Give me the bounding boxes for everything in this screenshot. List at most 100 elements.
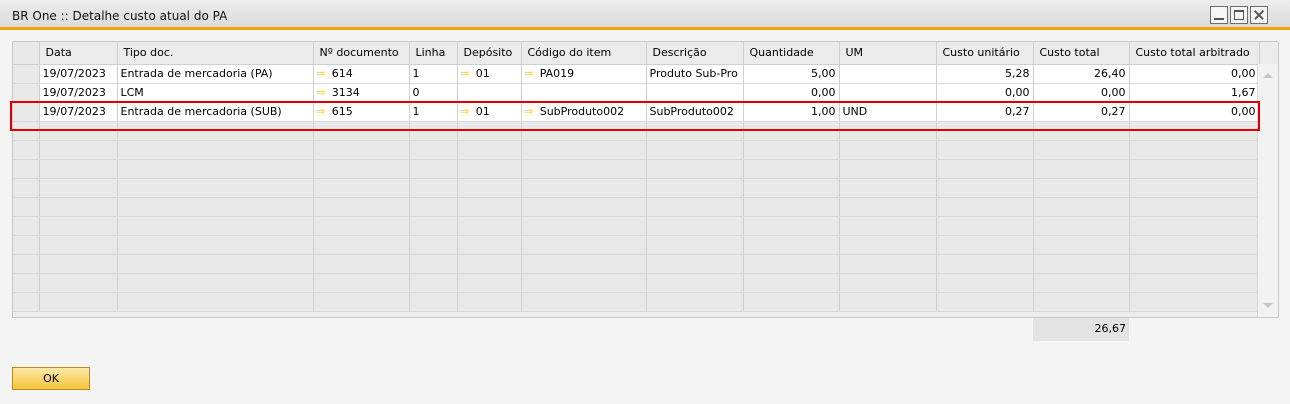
- grid-total: 26,67: [1033, 318, 1129, 341]
- empty-row: [13, 121, 1260, 141]
- column-header-quantidade[interactable]: Quantidade: [743, 42, 840, 65]
- empty-cell: [1129, 254, 1260, 274]
- empty-cell: [1033, 254, 1130, 274]
- empty-cell: [117, 178, 314, 198]
- link-arrow-icon[interactable]: ⇨: [525, 105, 534, 118]
- grid-table: Data Tipo doc. Nº documento Linha Depósi…: [13, 42, 1260, 312]
- link-arrow-icon[interactable]: ⇨: [461, 105, 470, 118]
- empty-row: [13, 235, 1260, 255]
- minimize-icon[interactable]: [1210, 6, 1228, 24]
- cell-tipo-doc: Entrada de mercadoria (PA): [117, 64, 314, 84]
- cell-documento: ⇨ 3134: [313, 83, 410, 103]
- cell-deposito: ⇨ 01: [457, 102, 522, 122]
- ok-button[interactable]: OK: [12, 367, 90, 390]
- empty-cell: [936, 216, 1034, 236]
- column-header-descricao[interactable]: Descrição: [646, 42, 744, 65]
- empty-cell: [743, 216, 840, 236]
- cell-descricao: Produto Sub-Pro: [646, 64, 744, 84]
- column-header-tipo-doc[interactable]: Tipo doc.: [117, 42, 314, 65]
- column-header-um[interactable]: UM: [839, 42, 937, 65]
- cell-custo-total: 26,40: [1033, 64, 1130, 84]
- empty-cell: [743, 197, 840, 217]
- column-header-deposito[interactable]: Depósito: [457, 42, 522, 65]
- empty-cell: [1129, 273, 1260, 293]
- column-header-linha[interactable]: Linha: [409, 42, 458, 65]
- warehouse-code: 01: [475, 105, 490, 118]
- link-arrow-icon[interactable]: ⇨: [317, 105, 326, 118]
- row-header: [13, 254, 40, 274]
- empty-cell: [39, 216, 118, 236]
- table-row[interactable]: 19/07/2023 LCM ⇨ 3134 0 0,00 0,00 0,00 1,…: [13, 83, 1260, 103]
- scroll-down-icon[interactable]: [1263, 303, 1273, 308]
- empty-cell: [117, 121, 314, 141]
- link-arrow-icon[interactable]: ⇨: [317, 86, 326, 99]
- empty-cell: [1129, 140, 1260, 160]
- empty-cell: [313, 178, 410, 198]
- empty-cell: [313, 254, 410, 274]
- cell-data: 19/07/2023: [39, 83, 118, 103]
- empty-cell: [313, 216, 410, 236]
- cell-custo-unitario: 5,28: [936, 64, 1034, 84]
- empty-cell: [1129, 159, 1260, 179]
- empty-cell: [39, 197, 118, 217]
- cell-codigo-item: ⇨ PA019: [521, 64, 647, 84]
- empty-cell: [409, 159, 458, 179]
- link-arrow-icon[interactable]: ⇨: [461, 67, 470, 80]
- empty-cell: [839, 178, 937, 198]
- empty-cell: [743, 254, 840, 274]
- cell-quantidade: 5,00: [743, 64, 840, 84]
- cell-linha: 1: [409, 102, 458, 122]
- empty-row: [13, 159, 1260, 179]
- empty-cell: [39, 254, 118, 274]
- column-header-codigo-item[interactable]: Código do item: [521, 42, 647, 65]
- column-header-custo-arbitrado[interactable]: Custo total arbitrado: [1129, 42, 1260, 65]
- empty-cell: [313, 140, 410, 160]
- row-header[interactable]: [13, 64, 40, 84]
- cell-um: [839, 64, 937, 84]
- empty-cell: [1033, 178, 1130, 198]
- scroll-up-icon[interactable]: [1263, 73, 1273, 78]
- column-header-data[interactable]: Data: [39, 42, 118, 65]
- empty-cell: [457, 254, 522, 274]
- column-header-documento[interactable]: Nº documento: [313, 42, 410, 65]
- row-header[interactable]: [13, 83, 40, 103]
- empty-cell: [117, 235, 314, 255]
- link-arrow-icon[interactable]: ⇨: [525, 67, 534, 80]
- empty-cell: [839, 121, 937, 141]
- document-number: 3134: [331, 86, 360, 99]
- empty-cell: [521, 292, 647, 312]
- link-arrow-icon[interactable]: ⇨: [317, 67, 326, 80]
- empty-cell: [1033, 197, 1130, 217]
- column-header-custo-total[interactable]: Custo total: [1033, 42, 1130, 65]
- column-header-custo-unitario[interactable]: Custo unitário: [936, 42, 1034, 65]
- vertical-scrollbar[interactable]: [1257, 64, 1278, 317]
- close-icon[interactable]: [1250, 6, 1268, 24]
- empty-cell: [743, 235, 840, 255]
- empty-cell: [646, 273, 744, 293]
- grid-header-row: Data Tipo doc. Nº documento Linha Depósi…: [13, 42, 1260, 65]
- empty-cell: [39, 178, 118, 198]
- cell-custo-total: 0,27: [1033, 102, 1130, 122]
- cell-deposito: [457, 83, 522, 103]
- empty-cell: [1033, 235, 1130, 255]
- cell-data: 19/07/2023: [39, 64, 118, 84]
- row-header[interactable]: [13, 102, 40, 122]
- table-row[interactable]: 19/07/2023 Entrada de mercadoria (PA) ⇨ 6…: [13, 64, 1260, 84]
- empty-cell: [743, 159, 840, 179]
- empty-row: [13, 273, 1260, 293]
- empty-cell: [743, 178, 840, 198]
- maximize-icon[interactable]: [1230, 6, 1248, 24]
- empty-cell: [743, 140, 840, 160]
- cell-descricao: SubProduto002: [646, 102, 744, 122]
- empty-cell: [839, 216, 937, 236]
- empty-cell: [521, 197, 647, 217]
- empty-cell: [313, 159, 410, 179]
- empty-cell: [409, 273, 458, 293]
- cell-um: [839, 83, 937, 103]
- empty-cell: [1033, 216, 1130, 236]
- empty-cell: [521, 178, 647, 198]
- empty-cell: [39, 273, 118, 293]
- table-row[interactable]: 19/07/2023 Entrada de mercadoria (SUB) ⇨…: [13, 102, 1260, 122]
- item-code: PA019: [539, 67, 575, 80]
- empty-cell: [936, 178, 1034, 198]
